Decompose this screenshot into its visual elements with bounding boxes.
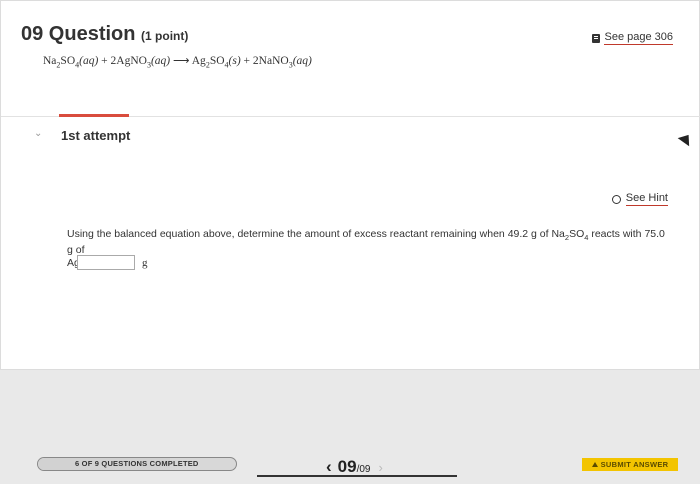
question-card: 09 Question (1 point) Na2SO4(aq) + 2AgNO… — [0, 0, 700, 370]
collapse-arrow-icon[interactable] — [677, 130, 695, 147]
answer-unit: g — [142, 257, 148, 269]
chevron-down-icon[interactable]: ⌄ — [34, 128, 42, 139]
reaction-arrow-icon: ⟶ — [170, 55, 192, 67]
current-question-number: 09 — [337, 457, 357, 476]
answer-input[interactable] — [77, 255, 135, 270]
submit-label: SUBMIT ANSWER — [600, 460, 669, 469]
see-hint-label: See Hint — [625, 192, 668, 206]
submit-answer-button[interactable]: SUBMIT ANSWER — [582, 458, 678, 471]
see-hint-link[interactable]: See Hint — [611, 192, 668, 206]
chevron-right-icon[interactable]: › — [379, 460, 383, 475]
see-page-link[interactable]: See page 306 — [592, 31, 673, 45]
attempt-label[interactable]: 1st attempt — [61, 128, 130, 143]
progress-bar: 6 OF 9 QUESTIONS COMPLETED — [37, 457, 237, 471]
chemical-equation: Na2SO4(aq) + 2AgNO3(aq) ⟶ Ag2SO4(s) + 2N… — [43, 55, 312, 70]
progress-label: 6 OF 9 QUESTIONS COMPLETED — [75, 459, 199, 468]
nav-underline — [257, 475, 457, 477]
question-points: (1 point) — [141, 29, 189, 43]
active-tab-indicator — [59, 114, 129, 117]
chevron-left-icon[interactable]: ‹ — [326, 457, 332, 477]
see-page-label: See page 306 — [604, 31, 673, 45]
question-number: 09 Question — [21, 23, 136, 45]
question-title: 09 Question (1 point) — [21, 23, 188, 46]
problem-text: Using the balanced equation above, deter… — [67, 228, 665, 271]
lightbulb-icon — [611, 194, 621, 204]
book-icon — [592, 33, 601, 43]
question-navigation: ‹ 09 /09 › — [326, 457, 383, 477]
submit-arrow-icon — [591, 462, 598, 467]
total-questions: /09 — [356, 464, 371, 475]
